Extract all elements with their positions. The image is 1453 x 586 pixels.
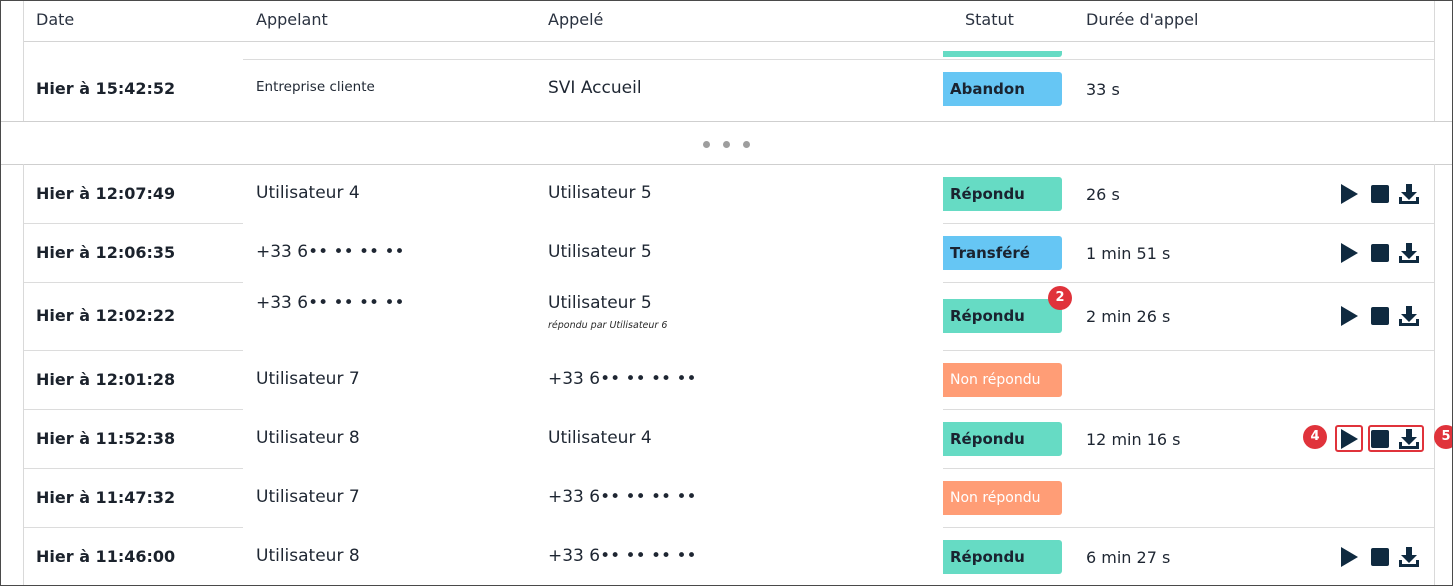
status-badge: Abandon [943,72,1062,106]
highlight-stop-download [1368,425,1424,452]
pagination-dot[interactable] [723,141,730,148]
call-date: Hier à 11:46:00 [36,547,176,566]
download-icon[interactable] [1397,182,1421,206]
annotation-marker-5: 5 [1434,425,1452,449]
call-date: Hier à 15:42:52 [36,79,176,98]
call-date: Hier à 11:47:32 [36,488,176,507]
caller-name: Utilisateur 8 [256,428,360,448]
callee-name: Utilisateur 5 [548,293,652,313]
download-icon[interactable] [1397,304,1421,328]
call-duration: 33 s [1086,80,1120,99]
callee-name: SVI Accueil [548,78,642,98]
callee-name: +33 6•• •• •• •• [548,546,697,566]
call-date: Hier à 12:01:28 [36,370,176,389]
call-date: Hier à 12:07:49 [36,184,176,203]
stop-icon[interactable] [1368,545,1392,569]
caller-name: Utilisateur 7 [256,487,360,507]
stop-icon[interactable] [1368,182,1392,206]
caller-name: Utilisateur 4 [256,183,360,203]
table-row[interactable]: Hier à 11:47:32 Utilisateur 7 +33 6•• •• •… [24,468,1434,527]
header-callee[interactable]: Appelé [548,10,603,29]
stop-icon[interactable] [1368,304,1392,328]
call-date: Hier à 12:02:22 [36,306,176,325]
recording-actions [1337,241,1419,267]
caller-name: +33 6•• •• •• •• [256,293,405,313]
table-header: Date Appelant Appelé Statut Durée d'appe… [24,1,1434,42]
stop-icon[interactable] [1368,241,1392,265]
call-date: Hier à 11:52:38 [36,429,176,448]
callee-name: +33 6•• •• •• •• [548,369,697,389]
table-row[interactable]: Hier à 12:06:35 +33 6•• •• •• •• Utilisate… [24,223,1434,282]
status-badge: Non répondu [943,481,1062,515]
header-duration[interactable]: Durée d'appel [1086,10,1198,29]
status-badge: Répondu [943,177,1062,211]
header-caller[interactable]: Appelant [256,10,328,29]
callee-name: +33 6•• •• •• •• [548,487,697,507]
table-row[interactable]: Hier à 12:01:28 Utilisateur 7 +33 6•• •• •… [24,350,1434,409]
status-badge: Répondu [943,540,1062,574]
call-log-table-lower: Hier à 12:07:49 Utilisateur 4 Utilisateur … [23,164,1435,585]
status-badge: Non répondu [943,363,1062,397]
call-date: Hier à 12:06:35 [36,243,176,262]
callee-name: Utilisateur 5 [548,242,652,262]
table-row[interactable]: Hier à 11:46:00 Utilisateur 8 +33 6•• •• •… [24,527,1434,585]
call-duration: 6 min 27 s [1086,548,1171,567]
status-badge: Répondu [943,422,1062,456]
caller-name: Utilisateur 7 [256,369,360,389]
table-row[interactable]: Hier à 15:42:52 Entreprise cliente SVI A… [24,60,1434,120]
call-duration: 26 s [1086,185,1120,204]
status-badge: Transféré [943,236,1062,270]
call-log-panel: Date Appelant Appelé Statut Durée d'appe… [0,0,1453,586]
table-row[interactable]: Hier à 12:02:22 +33 6•• •• •• •• Utilisate… [24,282,1434,350]
header-status[interactable]: Statut [965,10,1014,29]
annotation-marker-4: 4 [1303,425,1327,449]
table-row[interactable]: Hier à 12:07:49 Utilisateur 4 Utilisateur … [24,164,1434,223]
recording-actions [1337,545,1419,571]
recording-actions [1337,182,1419,208]
status-badge-partial [943,51,1062,57]
header-date[interactable]: Date [36,10,74,29]
answered-by-note: répondu par Utilisateur 6 [548,320,668,331]
table-row[interactable]: Hier à 11:52:38 Utilisateur 8 Utilisateur … [24,409,1434,468]
caller-name: Entreprise cliente [256,79,375,95]
callee-name: Utilisateur 5 [548,183,652,203]
play-icon[interactable] [1337,304,1361,328]
pagination-dot[interactable] [743,141,750,148]
status-badge: Répondu [943,299,1062,333]
pagination-dot[interactable] [703,141,710,148]
download-icon[interactable] [1397,241,1421,265]
download-icon[interactable] [1397,545,1421,569]
play-icon[interactable] [1337,241,1361,265]
caller-name: Utilisateur 8 [256,546,360,566]
call-duration: 12 min 16 s [1086,430,1181,449]
highlight-play [1335,425,1363,452]
caller-name: +33 6•• •• •• •• [256,242,405,262]
play-icon[interactable] [1337,545,1361,569]
pagination-gap[interactable] [1,121,1452,165]
call-duration: 2 min 26 s [1086,307,1171,326]
recording-actions [1337,304,1419,330]
play-icon[interactable] [1337,182,1361,206]
callee-name: Utilisateur 4 [548,428,652,448]
annotation-marker-2: 2 [1048,286,1072,310]
call-duration: 1 min 51 s [1086,244,1171,263]
